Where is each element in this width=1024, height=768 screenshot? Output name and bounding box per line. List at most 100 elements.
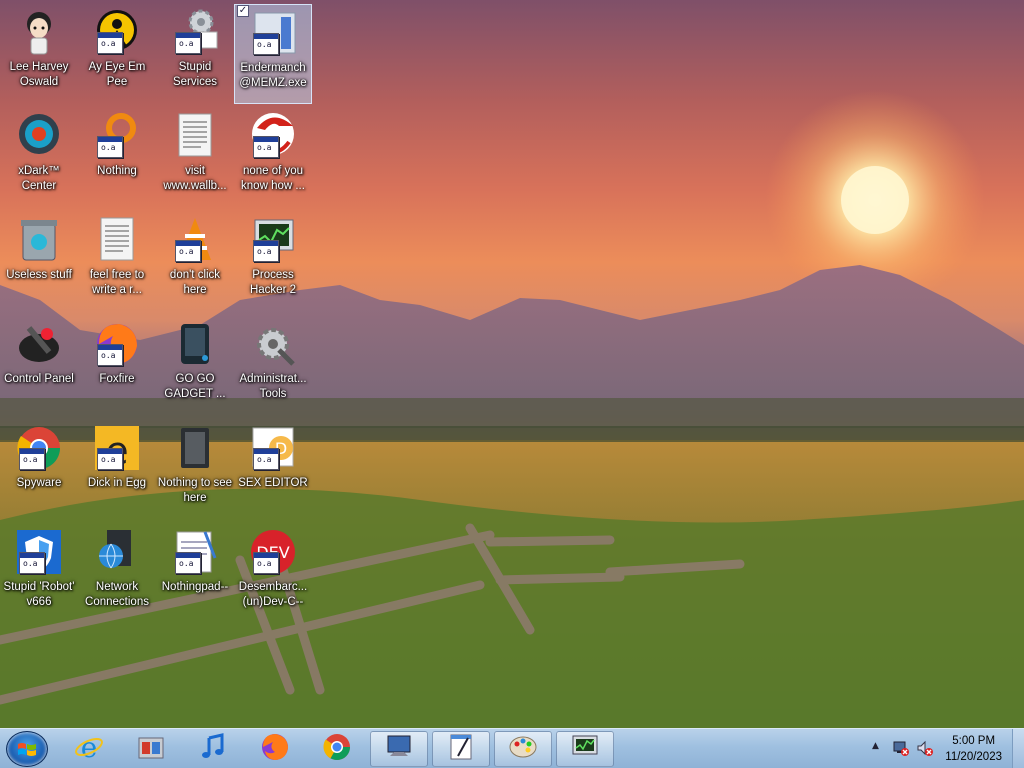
desktop-icon-label: Spyware	[16, 477, 62, 489]
text-document-icon	[171, 112, 219, 160]
taskbar-button-music-note[interactable]	[184, 731, 242, 767]
monitor-app-icon	[384, 732, 414, 766]
desktop-icon-label: Network Connections	[85, 581, 149, 608]
chrome-icon	[322, 732, 352, 766]
taskbar-button-monitor-app[interactable]	[370, 731, 428, 767]
desktop-icon-label: Control Panel	[4, 373, 74, 385]
desktop-icon[interactable]: Nothing to see here	[156, 420, 234, 520]
desktop-icon[interactable]: GO GO GADGET ...	[156, 316, 234, 416]
firefox-icon	[260, 732, 290, 766]
desktop-icon[interactable]: Nothingpad--	[156, 524, 234, 624]
desktop-icon[interactable]: Nothing	[78, 108, 156, 208]
desktop-icon[interactable]: Useless stuff	[0, 212, 78, 312]
selection-checkbox-icon[interactable]: ✓	[237, 5, 249, 17]
desktop-icon[interactable]: none of you know how ...	[234, 108, 312, 208]
exe-overlay-icon	[97, 136, 123, 158]
show-hidden-icons-arrow-icon[interactable]: ▲	[872, 741, 879, 751]
exe-overlay-icon	[253, 33, 279, 55]
desktop-icon-label: Administrat... Tools	[239, 373, 307, 400]
gadget-icon	[171, 320, 219, 368]
media-center-icon	[15, 112, 63, 160]
desktop-icon[interactable]: Process Hacker 2	[234, 212, 312, 312]
desktop-icon[interactable]: feel free to write a r...	[78, 212, 156, 312]
svg-text:e: e	[81, 732, 98, 762]
editor-icon: D	[249, 424, 297, 472]
chrome-icon	[15, 424, 63, 472]
firefox-icon	[93, 320, 141, 368]
process-monitor-icon	[249, 216, 297, 264]
desktop-icon[interactable]: Stupid 'Robot' v666	[0, 524, 78, 624]
exe-overlay-icon	[253, 552, 279, 574]
exe-overlay-icon	[19, 448, 45, 470]
taskbar-button-store-bag[interactable]	[122, 731, 180, 767]
desktop-icon[interactable]: D SEX EDITOR	[234, 420, 312, 520]
control-panel-icon	[15, 320, 63, 368]
start-button[interactable]	[6, 731, 48, 767]
desktop-icon-label: Ay Eye Em Pee	[88, 61, 146, 88]
desktop-icon[interactable]: Ay Eye Em Pee	[78, 4, 156, 104]
desktop-icon[interactable]: Foxfire	[78, 316, 156, 416]
services-gear-icon	[171, 8, 219, 56]
desktop-icon-label: Nothing	[97, 165, 137, 177]
show-desktop-button[interactable]	[1012, 729, 1024, 768]
taskbar-button-firefox[interactable]	[246, 731, 304, 767]
exe-overlay-icon	[19, 552, 45, 574]
desktop-icon-label: none of you know how ...	[241, 165, 305, 192]
paint-palette-icon	[508, 732, 538, 766]
clock-time: 5:00 PM	[952, 735, 996, 747]
taskbar-clock[interactable]: 5:00 PM 11/20/2023	[945, 733, 1002, 765]
desktop-icon-label: SEX EDITOR	[238, 477, 308, 489]
desktop-icon[interactable]: ✓ Endermanch @MEMZ.exe	[234, 4, 312, 104]
exe-overlay-icon	[175, 240, 201, 262]
network-disconnected-icon[interactable]	[892, 739, 910, 757]
admin-tools-icon	[249, 320, 297, 368]
desktop-icon[interactable]: e Dick in Egg	[78, 420, 156, 520]
anime-character-icon	[15, 8, 63, 56]
exe-overlay-icon	[175, 32, 201, 54]
desktop-icon-label: visit www.wallb...	[163, 165, 227, 192]
shield-icon	[15, 528, 63, 576]
taskbar-button-internet-explorer[interactable]: e	[60, 731, 118, 767]
volume-muted-icon[interactable]	[916, 739, 934, 757]
folder-icon	[171, 424, 219, 472]
notepad-icon	[171, 528, 219, 576]
desktop-icon-label: Stupid 'Robot' v666	[3, 581, 75, 608]
notepad-pen-icon	[446, 732, 476, 766]
desktop-icon[interactable]: Lee Harvey Oswald	[0, 4, 78, 104]
clock-date: 11/20/2023	[945, 751, 1002, 763]
exe-overlay-icon	[253, 240, 279, 262]
desktop-icon[interactable]: Stupid Services	[156, 4, 234, 104]
desktop-icon[interactable]: xDark™ Center	[0, 108, 78, 208]
exe-overlay-icon	[253, 448, 279, 470]
exe-overlay-icon	[175, 552, 201, 574]
desktop-icon-label: Stupid Services	[172, 61, 218, 88]
desktop-icon-label: Desembarc... (un)Dev-C--	[238, 581, 308, 608]
taskbar-button-process-monitor[interactable]	[556, 731, 614, 767]
orange-ring-icon	[93, 112, 141, 160]
music-note-icon	[198, 732, 228, 766]
taskbar-button-paint-palette[interactable]	[494, 731, 552, 767]
process-monitor-icon	[570, 732, 600, 766]
edge-like-icon: e	[93, 424, 141, 473]
desktop-icon-label: xDark™ Center	[18, 165, 60, 192]
taskbar-button-notepad-pen[interactable]	[432, 731, 490, 767]
desktop-icon-label: Dick in Egg	[87, 477, 147, 489]
desktop-icon[interactable]: Administrat... Tools	[234, 316, 312, 416]
taskbar-button-chrome[interactable]	[308, 731, 366, 767]
exe-icon	[249, 9, 297, 57]
desktop-icon[interactable]: visit www.wallb...	[156, 108, 234, 208]
aim-icon	[93, 8, 141, 56]
desktop-icon-label: Process Hacker 2	[249, 269, 297, 296]
desktop-icon-label: Lee Harvey Oswald	[9, 61, 69, 88]
vlc-cone-icon	[171, 216, 219, 264]
exe-overlay-icon	[97, 448, 123, 470]
desktop-icon[interactable]: Network Connections	[78, 524, 156, 624]
desktop-icon[interactable]: DEV Desembarc... (un)Dev-C--	[234, 524, 312, 624]
desktop-icon-label: don't click here	[169, 269, 221, 296]
desktop-icon[interactable]: don't click here	[156, 212, 234, 312]
desktop-icon[interactable]: Control Panel	[0, 316, 78, 416]
desktop-icon[interactable]: Spyware	[0, 420, 78, 520]
taskbar: e ▲ 5:00 PM 11/20/2023	[0, 728, 1024, 768]
desktop-icon-label: feel free to write a r...	[89, 269, 145, 296]
text-document-icon	[93, 216, 141, 264]
